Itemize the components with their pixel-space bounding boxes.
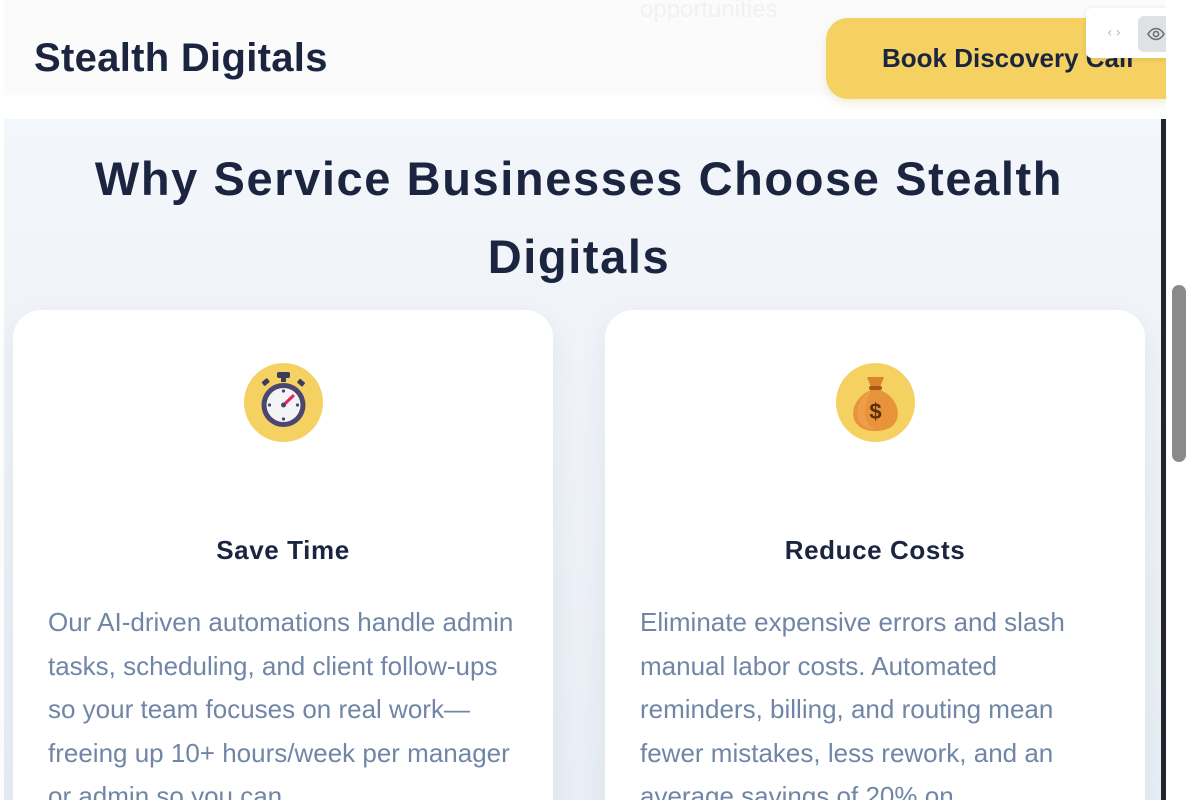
section-title: Why Service Businesses Choose Stealth Di… (94, 152, 1064, 283)
page-viewport: opportunities Stealth Digitals Book Disc… (0, 0, 1200, 800)
card-title: Save Time (216, 535, 350, 565)
svg-text:$: $ (869, 399, 881, 424)
scrollbar-thumb[interactable] (1172, 285, 1186, 462)
card-description: Eliminate expensive errors and slash man… (640, 607, 1065, 800)
card-description: Our AI-driven automations handle admin t… (48, 607, 514, 800)
money-bag-icon: $ (836, 363, 915, 442)
feature-card-reduce-costs: $ Reduce Costs Eliminate expensive error… (605, 310, 1145, 800)
stopwatch-icon (244, 363, 323, 442)
code-icon[interactable]: ‹› (1102, 21, 1126, 45)
site-logo[interactable]: Stealth Digitals (34, 36, 328, 81)
feature-card-save-time: Save Time Our AI-driven automations hand… (13, 310, 553, 800)
card-title: Reduce Costs (784, 535, 966, 565)
ghost-background-text: opportunities (640, 0, 778, 23)
